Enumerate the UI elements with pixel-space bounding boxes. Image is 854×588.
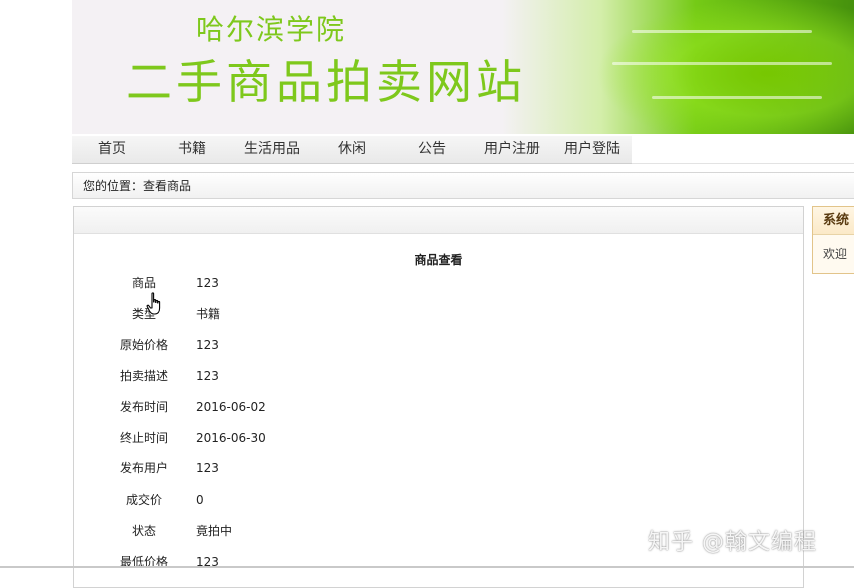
field-label: 成交价 xyxy=(125,493,162,507)
banner-streak xyxy=(652,96,822,99)
site-title: 二手商品拍卖网站 xyxy=(126,55,526,109)
page: 哈尔滨学院 二手商品拍卖网站 首页 书籍 生活用品 休闲 公告 用户注册 用户登… xyxy=(72,0,854,588)
banner-streak xyxy=(612,62,832,65)
field-value: 123 xyxy=(196,338,219,352)
field-value: 0 xyxy=(196,493,204,507)
main-nav: 首页 书籍 生活用品 休闲 公告 用户注册 用户登陆 xyxy=(72,136,632,164)
field-label: 状态 xyxy=(131,524,156,538)
field-value: 2016-06-30 xyxy=(196,431,266,445)
field-value: 123 xyxy=(196,461,219,475)
system-info-body: 欢迎 xyxy=(823,247,848,261)
nav-login[interactable]: 用户登陆 xyxy=(552,136,632,163)
nav-filler xyxy=(632,136,854,164)
field-label: 商品 xyxy=(131,276,156,290)
field-label: 类型 xyxy=(131,307,156,321)
field-value: 竟拍中 xyxy=(196,524,233,538)
field-label: 最低价格 xyxy=(119,555,168,569)
field-value: 123 xyxy=(196,276,219,290)
panel-title: 商品查看 xyxy=(414,253,463,267)
nav-books[interactable]: 书籍 xyxy=(152,136,232,163)
school-name: 哈尔滨学院 xyxy=(196,13,347,46)
nav-home[interactable]: 首页 xyxy=(72,136,152,163)
system-info-title: 系统 xyxy=(813,207,854,235)
site-banner: 哈尔滨学院 二手商品拍卖网站 xyxy=(72,0,854,134)
nav-leisure[interactable]: 休闲 xyxy=(312,136,392,163)
system-info-box: 系统 欢迎 xyxy=(812,206,854,274)
field-label: 原始价格 xyxy=(119,338,168,352)
nav-daily-goods[interactable]: 生活用品 xyxy=(232,136,312,163)
banner-streak xyxy=(632,30,812,33)
nav-announcements[interactable]: 公告 xyxy=(392,136,472,163)
hand-pointer-icon xyxy=(146,292,161,315)
field-value: 123 xyxy=(196,369,219,383)
watermark: 知乎 @翰文编程 xyxy=(648,530,817,555)
field-value: 书籍 xyxy=(196,307,221,321)
window-bottom-border xyxy=(0,566,854,568)
field-value: 2016-06-02 xyxy=(196,400,266,414)
panel-header xyxy=(74,207,803,234)
field-label: 拍卖描述 xyxy=(119,369,168,383)
field-label: 终止时间 xyxy=(119,431,168,445)
field-value: 123 xyxy=(196,555,219,569)
breadcrumb: 您的位置：查看商品 xyxy=(72,172,854,199)
nav-register[interactable]: 用户注册 xyxy=(472,136,552,163)
banner-green-swoosh xyxy=(502,0,854,134)
field-label: 发布时间 xyxy=(119,400,168,414)
field-label: 发布用户 xyxy=(119,461,168,475)
